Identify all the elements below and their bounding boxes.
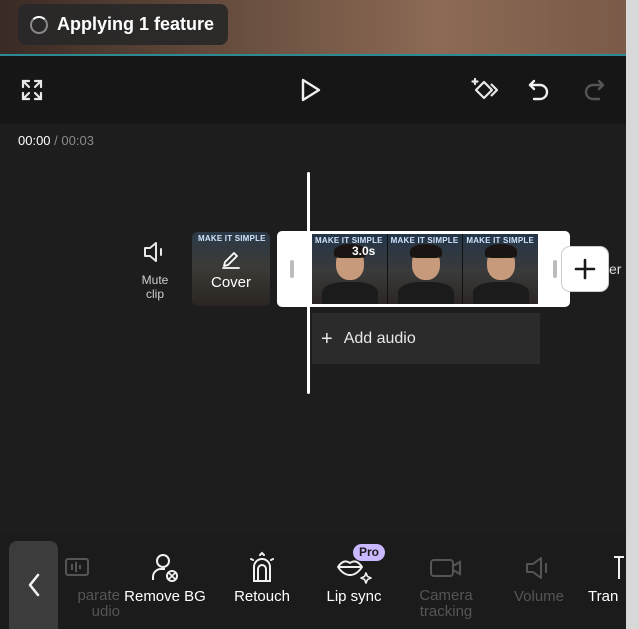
video-preview[interactable]: Applying 1 feature [0, 0, 626, 56]
cover-label: Cover [210, 274, 251, 291]
toast-text: Applying 1 feature [57, 14, 215, 34]
tool-label: Retouch [234, 588, 290, 605]
clip-left-handle[interactable] [290, 260, 294, 278]
pro-badge: Pro [353, 544, 386, 561]
tool-remove-bg[interactable]: Remove BG [118, 548, 212, 605]
clip-right-handle[interactable] [553, 260, 557, 278]
chevron-left-icon [28, 573, 39, 597]
tool-volume: Volume [504, 548, 574, 605]
keyframe-icon[interactable] [470, 74, 502, 106]
fullscreen-icon[interactable] [16, 74, 48, 106]
tool-label: Remove BG [124, 588, 206, 605]
play-icon[interactable] [294, 74, 326, 106]
next-item-peek: er [609, 261, 622, 277]
separate-audio-icon [65, 558, 89, 576]
cover-button[interactable]: MAKE IT SIMPLE Cover [192, 232, 270, 306]
transition-icon [614, 556, 624, 579]
person-remove-bg-icon [152, 554, 178, 582]
mute-clip-label: Mute clip [141, 273, 169, 301]
mute-clip-button[interactable]: Mute clip [128, 240, 182, 301]
clip-frame: MAKE IT SIMPLE [312, 234, 388, 304]
camera-icon [430, 559, 461, 577]
tool-retouch[interactable]: Retouch [226, 548, 298, 605]
add-clip-button[interactable] [562, 247, 608, 291]
clip-frame: MAKE IT SIMPLE [463, 234, 538, 304]
speaker-icon [144, 242, 162, 262]
plus-icon [574, 258, 596, 280]
add-audio-label: Add audio [343, 329, 416, 347]
plus-icon: + [321, 327, 333, 350]
tool-camera-tracking: Camera tracking [410, 548, 482, 620]
total-time: / 00:03 [54, 133, 94, 148]
redo-icon [578, 74, 610, 106]
playback-controls [0, 56, 626, 124]
tool-label: Camera tracking [419, 587, 473, 620]
add-audio-button[interactable]: + Add audio [312, 313, 540, 364]
video-clip[interactable]: MAKE IT SIMPLE MAKE IT SIMPLE MAKE IT SI… [277, 231, 570, 307]
back-button[interactable] [9, 541, 58, 629]
cover-banner-text: MAKE IT SIMPLE [198, 234, 266, 243]
clip-frames: MAKE IT SIMPLE MAKE IT SIMPLE MAKE IT SI… [312, 234, 538, 304]
playhead[interactable] [307, 172, 310, 394]
loading-spinner-icon [30, 15, 48, 34]
tool-label: Volume [513, 588, 565, 605]
volume-icon [526, 557, 547, 579]
editor-app: Applying 1 feature 00:00 / 00:03 Mute cl… [0, 0, 626, 629]
tool-transition[interactable]: Tran [588, 548, 626, 605]
screen-edge [626, 0, 639, 629]
clip-frame: MAKE IT SIMPLE [387, 234, 464, 304]
status-toast: Applying 1 feature [18, 4, 229, 45]
clip-duration: 3.0s [352, 244, 376, 258]
current-time: 00:00 [18, 133, 51, 148]
tool-label: Lip sync [326, 588, 382, 605]
pencil-icon [222, 252, 240, 269]
undo-icon[interactable] [523, 74, 555, 106]
tool-label: Tran [588, 588, 619, 605]
retouch-icon [250, 551, 274, 582]
timecode: 00:00 / 00:03 [18, 133, 94, 148]
